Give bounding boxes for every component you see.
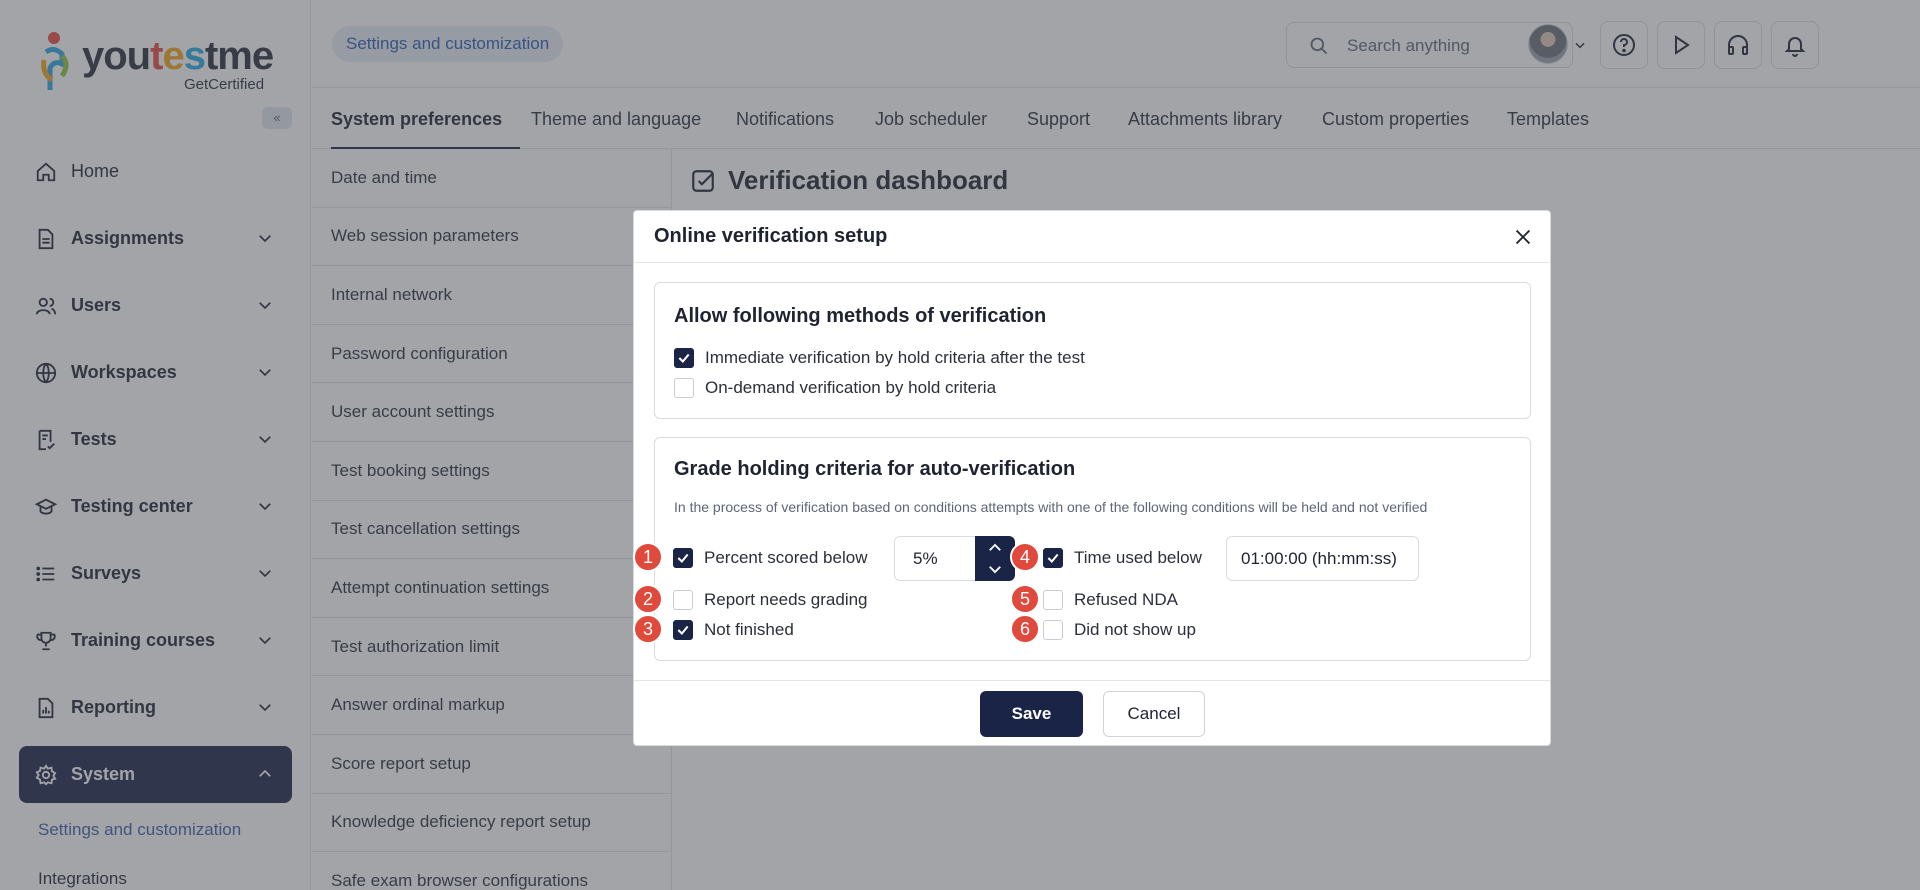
- did-not-show-up-checkbox[interactable]: [1043, 620, 1063, 640]
- option-label: Did not show up: [1074, 620, 1196, 639]
- immediate-verification-checkbox[interactable]: [674, 348, 694, 368]
- percent-scored-below-checkbox[interactable]: [673, 548, 693, 568]
- dialog-header: Online verification setup: [634, 211, 1550, 263]
- annotation-badge: 4: [1010, 542, 1040, 572]
- section-title: Allow following methods of verification: [674, 305, 1047, 327]
- on-demand-verification-checkbox[interactable]: [674, 378, 694, 398]
- online-verification-setup-dialog: Online verification setup Allow followin…: [633, 210, 1551, 746]
- option-label: Immediate verification by hold criteria …: [705, 348, 1085, 367]
- percent-scored-below-option[interactable]: Percent scored below: [673, 548, 867, 568]
- check-icon: [1047, 553, 1059, 564]
- option-label: Refused NDA: [1074, 590, 1178, 609]
- option-label: Report needs grading: [704, 590, 868, 609]
- on-demand-verification-option[interactable]: On-demand verification by hold criteria: [674, 378, 996, 398]
- report-needs-grading-checkbox[interactable]: [673, 590, 693, 610]
- did-not-show-up-option[interactable]: Did not show up: [1043, 620, 1196, 640]
- time-used-input[interactable]: 01:00:00 (hh:mm:ss): [1226, 536, 1419, 581]
- check-icon: [678, 353, 690, 364]
- dialog-title: Online verification setup: [654, 225, 888, 247]
- chevron-down-icon[interactable]: [985, 560, 1005, 578]
- section-description: In the process of verification based on …: [674, 499, 1428, 515]
- time-used-below-checkbox[interactable]: [1043, 548, 1063, 568]
- option-label: On-demand verification by hold criteria: [705, 378, 997, 397]
- cancel-button[interactable]: Cancel: [1103, 691, 1205, 737]
- percent-input[interactable]: 5%: [894, 536, 976, 581]
- annotation-badge: 2: [633, 584, 663, 614]
- check-icon: [677, 625, 689, 636]
- option-label: Time used below: [1074, 548, 1202, 567]
- option-label: Percent scored below: [704, 548, 868, 567]
- immediate-verification-option[interactable]: Immediate verification by hold criteria …: [674, 348, 1085, 368]
- annotation-badge: 1: [633, 542, 663, 572]
- save-button[interactable]: Save: [980, 691, 1083, 737]
- dialog-footer: Save Cancel: [634, 680, 1550, 746]
- report-needs-grading-option[interactable]: Report needs grading: [673, 590, 868, 610]
- close-icon[interactable]: [1512, 226, 1534, 248]
- verification-methods-section: Allow following methods of verification …: [654, 282, 1531, 419]
- check-icon: [677, 553, 689, 564]
- option-label: Not finished: [704, 620, 794, 639]
- time-used-below-option[interactable]: Time used below: [1043, 548, 1202, 568]
- annotation-badge: 3: [633, 614, 663, 644]
- not-finished-option[interactable]: Not finished: [673, 620, 794, 640]
- annotation-badge: 5: [1010, 584, 1040, 614]
- not-finished-checkbox[interactable]: [673, 620, 693, 640]
- section-title: Grade holding criteria for auto-verifica…: [674, 458, 1076, 480]
- annotation-badge: 6: [1010, 614, 1040, 644]
- chevron-up-icon[interactable]: [985, 539, 1005, 557]
- refused-nda-option[interactable]: Refused NDA: [1043, 590, 1178, 610]
- percent-stepper[interactable]: [975, 536, 1015, 581]
- refused-nda-checkbox[interactable]: [1043, 590, 1063, 610]
